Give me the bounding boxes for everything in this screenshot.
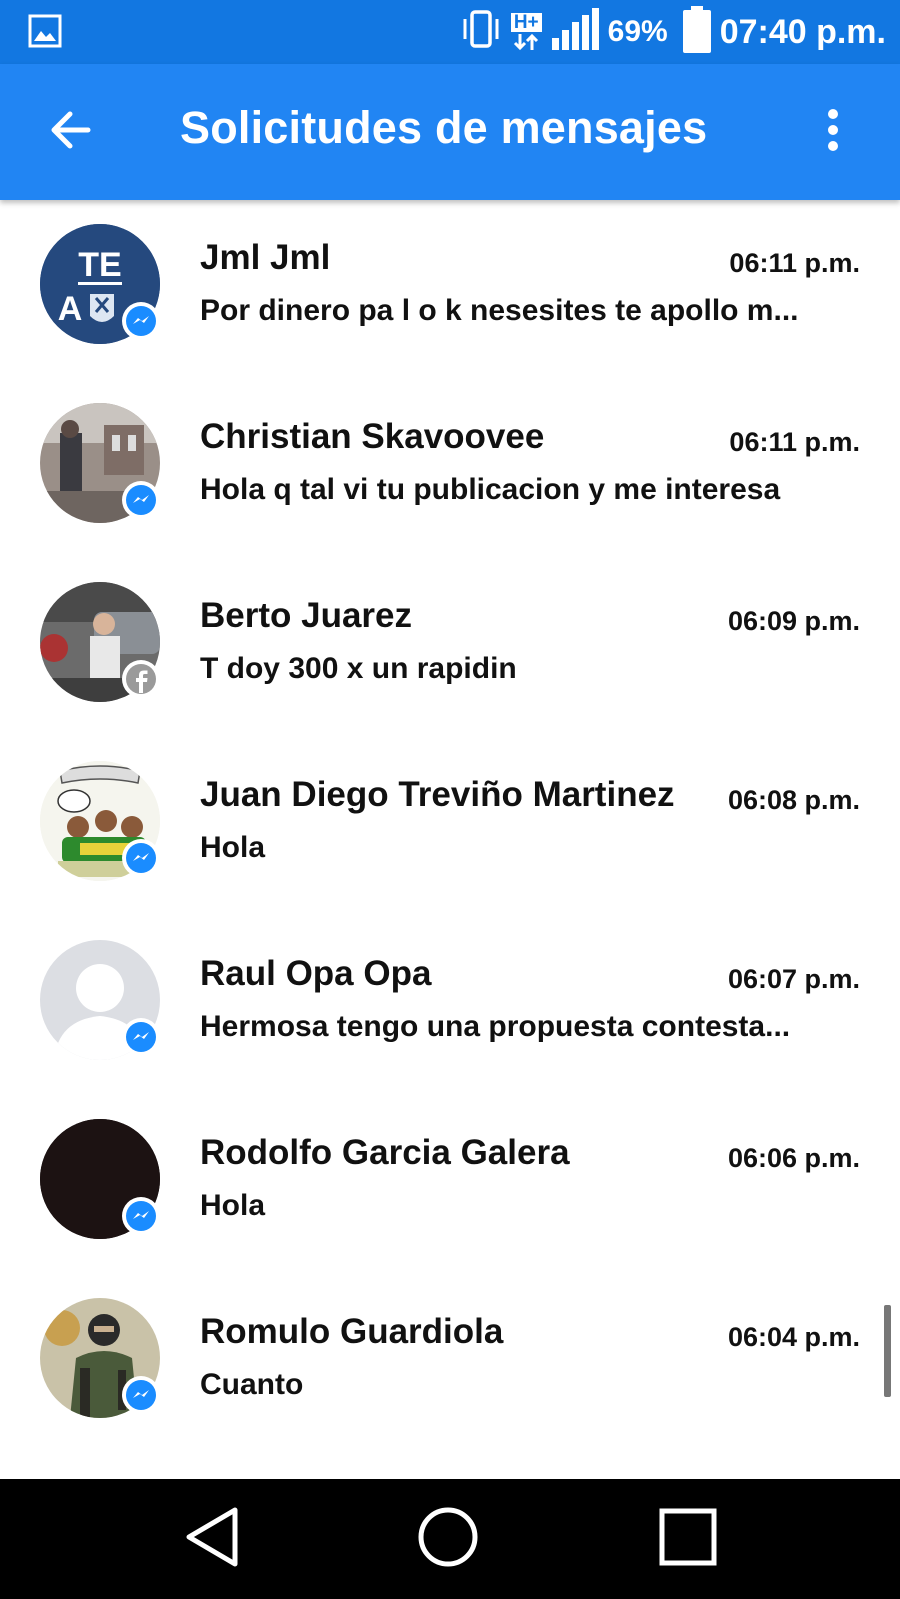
message-time: 06:04 p.m. (727, 1322, 860, 1352)
conversation-row[interactable]: Romulo Guardiola 06:04 p.m. Cuanto (0, 1274, 900, 1453)
contact-name: Romulo Guardiola (200, 1312, 504, 1351)
gallery-notification-icon (28, 14, 62, 48)
svg-text:TE: TE (78, 246, 121, 284)
message-preview: Hermosa tengo una propuesta contesta... (200, 1010, 791, 1043)
messenger-icon (122, 1376, 160, 1414)
page-title: Solicitudes de mensajes (180, 102, 708, 153)
contact-name: Raul Opa Opa (200, 954, 432, 993)
messenger-icon (122, 302, 160, 340)
facebook-icon (122, 660, 160, 698)
battery-percentage: 69% (607, 15, 668, 48)
messenger-icon (122, 481, 160, 519)
overflow-menu-button[interactable] (818, 106, 848, 158)
messenger-icon (122, 1197, 160, 1235)
message-preview: Hola (200, 831, 266, 864)
nav-home-button[interactable] (416, 1507, 480, 1571)
square-recents-icon (658, 1507, 718, 1572)
svg-text:A: A (58, 290, 83, 328)
scrollbar-thumb[interactable] (884, 1305, 891, 1397)
message-time: 06:08 p.m. (727, 785, 860, 815)
message-preview: Cuanto (200, 1368, 304, 1401)
conversation-row[interactable]: TE A Jml Jml 06:11 p.m. Por dinero pa l … (0, 200, 900, 379)
message-time: 06:11 p.m. (729, 248, 860, 278)
arrow-left-icon (48, 110, 92, 155)
message-preview: Hola q tal vi tu publicacion y me intere… (200, 473, 781, 506)
back-button[interactable] (40, 104, 100, 160)
contact-name: Christian Skavoovee (200, 417, 545, 456)
nav-back-button[interactable] (180, 1507, 244, 1571)
conversation-row[interactable]: Juan Diego Treviño Martinez 06:08 p.m. H… (0, 737, 900, 916)
message-preview: T doy 300 x un rapidin (200, 652, 517, 685)
nav-recents-button[interactable] (656, 1507, 720, 1571)
messenger-icon (122, 1018, 160, 1056)
messenger-icon (122, 839, 160, 877)
message-time: 06:09 p.m. (727, 606, 860, 636)
status-bar: H+ 69% 07:40 p.m. (0, 0, 900, 64)
contact-name: Rodolfo Garcia Galera (200, 1133, 570, 1172)
app-bar: Solicitudes de mensajes (0, 64, 900, 200)
circle-home-icon (416, 1505, 480, 1574)
contact-name: Berto Juarez (200, 596, 413, 635)
message-preview: Hola (200, 1189, 266, 1222)
message-time: 06:11 p.m. (729, 427, 860, 457)
conversation-row[interactable]: Rodolfo Garcia Galera 06:06 p.m. Hola (0, 1095, 900, 1274)
status-icons: H+ 69% 07:40 p.m. (459, 5, 886, 59)
message-time: 06:06 p.m. (727, 1143, 860, 1173)
conversation-row[interactable]: Christian Skavoovee 06:11 p.m. Hola q ta… (0, 379, 900, 558)
navigation-bar (0, 1479, 900, 1599)
battery-icon (682, 5, 712, 59)
message-preview: Por dinero pa l o k nesesites te apollo … (200, 294, 799, 327)
message-request-list: TE A Jml Jml 06:11 p.m. Por dinero pa l … (0, 200, 900, 1480)
triangle-back-icon (183, 1506, 241, 1573)
conversation-row[interactable]: Raul Opa Opa 06:07 p.m. Hermosa tengo un… (0, 916, 900, 1095)
clock: 07:40 p.m. (719, 12, 886, 51)
network-type-icon: H+ (510, 12, 542, 52)
more-vertical-icon (827, 108, 839, 157)
contact-name: Juan Diego Treviño Martinez (200, 775, 675, 814)
vibrate-icon (459, 7, 503, 58)
message-time: 06:07 p.m. (727, 964, 860, 994)
signal-icon (550, 7, 600, 57)
conversation-row[interactable]: Berto Juarez 06:09 p.m. T doy 300 x un r… (0, 558, 900, 737)
contact-name: Jml Jml (200, 238, 331, 277)
